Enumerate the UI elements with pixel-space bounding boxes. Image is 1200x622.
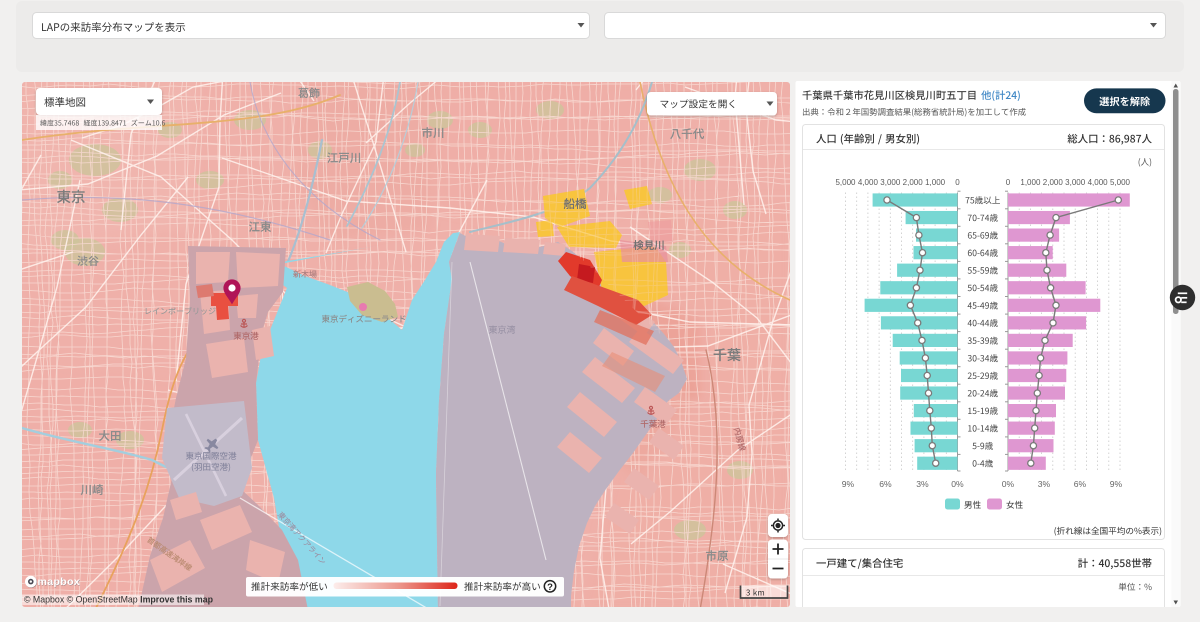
svg-text:1,000: 1,000 — [925, 178, 946, 187]
svg-text:3%: 3% — [916, 479, 929, 489]
svg-text:mapbox: mapbox — [38, 576, 81, 588]
svg-text:4,000: 4,000 — [858, 178, 879, 187]
svg-text:?: ? — [547, 582, 553, 593]
svg-text:5,000: 5,000 — [1110, 178, 1131, 187]
svg-text:9%: 9% — [842, 479, 855, 489]
svg-text:3,000: 3,000 — [1065, 178, 1086, 187]
svg-text:© Mapbox © OpenStreetMap Impro: © Mapbox © OpenStreetMap Improve this ma… — [24, 595, 214, 605]
svg-text:0%: 0% — [951, 479, 964, 489]
svg-text:2,000: 2,000 — [903, 178, 924, 187]
svg-text:3%: 3% — [1038, 479, 1051, 489]
svg-text:0: 0 — [955, 178, 960, 187]
svg-text:0: 0 — [1006, 178, 1011, 187]
svg-text:6%: 6% — [879, 479, 892, 489]
svg-text:4,000: 4,000 — [1088, 178, 1109, 187]
svg-text:9%: 9% — [1110, 479, 1123, 489]
svg-text:6%: 6% — [1074, 479, 1087, 489]
svg-text:1,000: 1,000 — [1020, 178, 1041, 187]
svg-text:5,000: 5,000 — [835, 178, 856, 187]
svg-text:0%: 0% — [1002, 479, 1015, 489]
svg-text:2,000: 2,000 — [1043, 178, 1064, 187]
svg-text:3,000: 3,000 — [880, 178, 901, 187]
